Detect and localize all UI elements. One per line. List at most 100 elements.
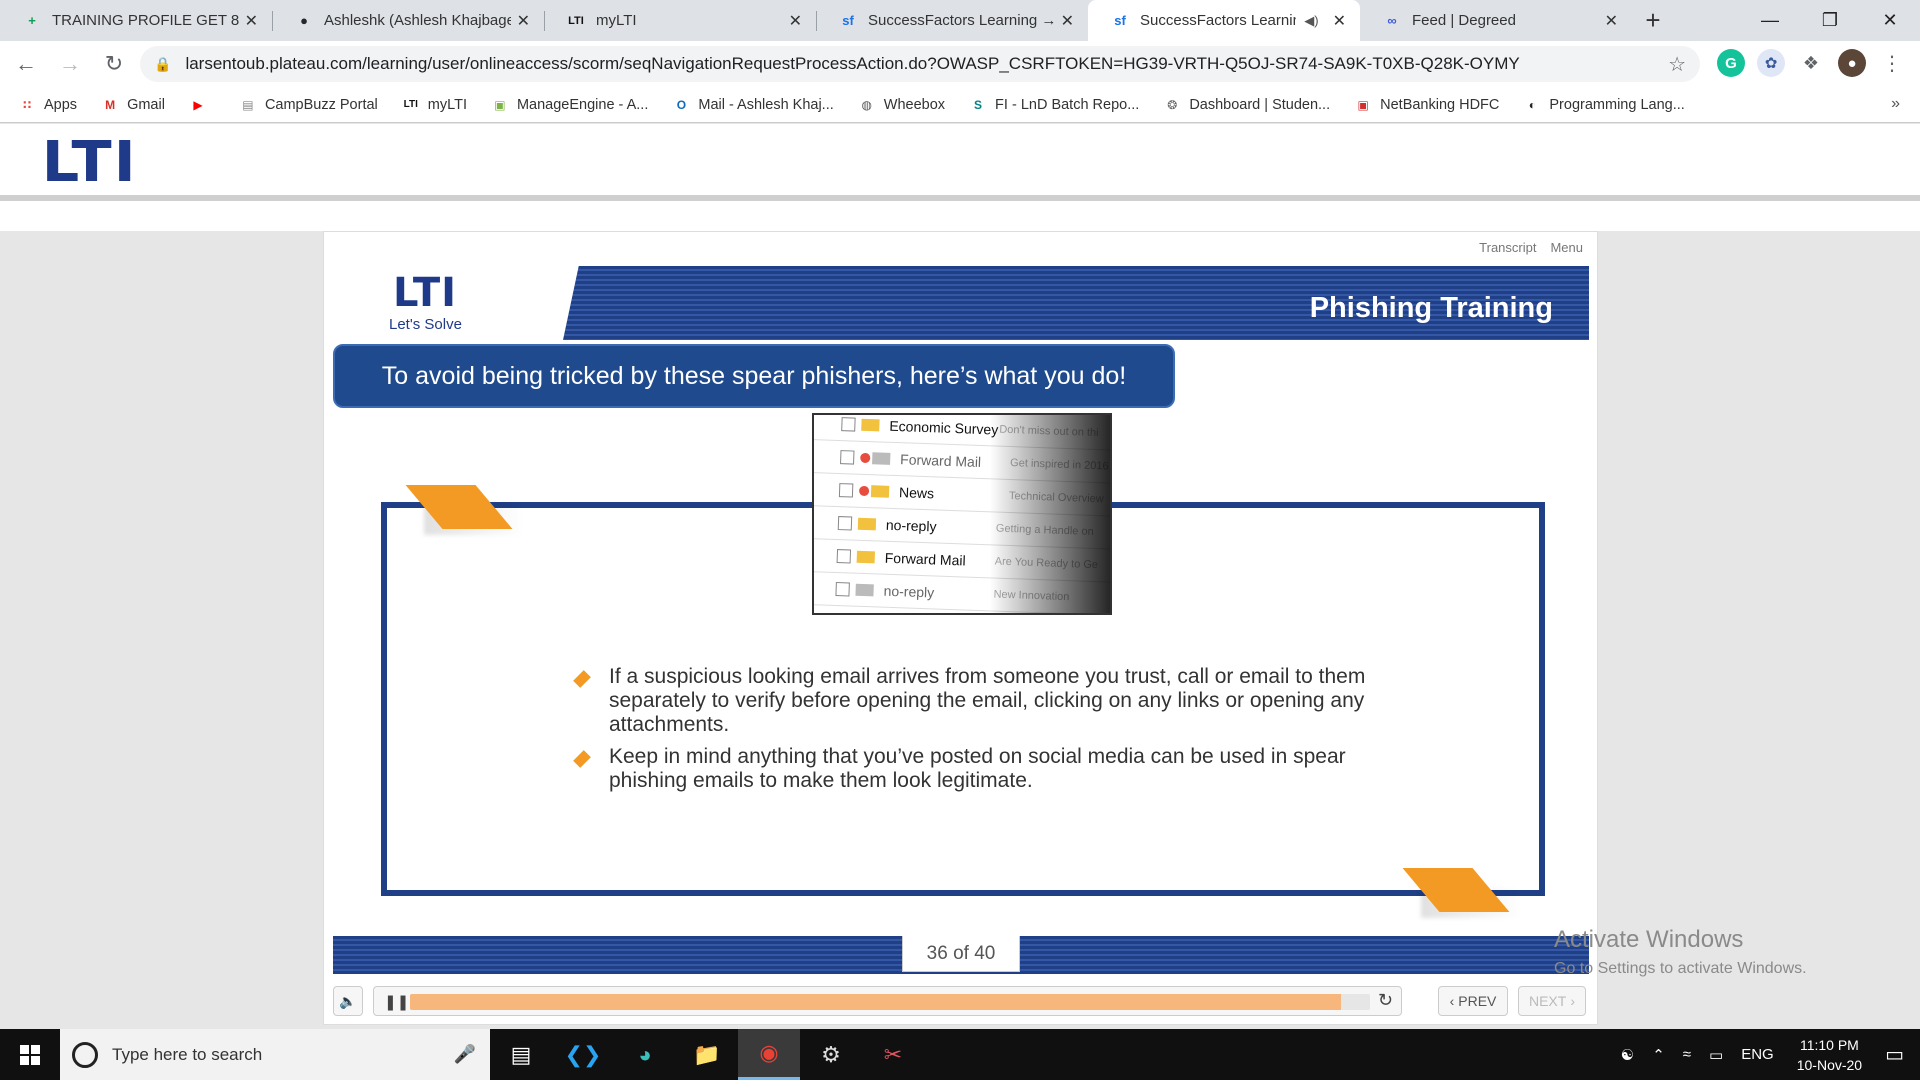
edge-icon[interactable]: ◕ bbox=[614, 1029, 676, 1080]
clock-date: 10-Nov-20 bbox=[1796, 1056, 1863, 1073]
bookmarks-bar: ∷ Apps M Gmail ▶ ▤ CampBuzz Portal LTI myLTI ▣ Man… bbox=[0, 87, 1920, 123]
vscode-icon[interactable]: ❮❯ bbox=[552, 1029, 614, 1080]
restore-icon[interactable]: ❐ bbox=[1800, 0, 1860, 41]
close-tab-icon[interactable]: ✕ bbox=[789, 11, 802, 31]
bookmark-label: CampBuzz Portal bbox=[264, 96, 378, 113]
bookmark-item[interactable]: ▤ CampBuzz Portal bbox=[239, 96, 378, 114]
youtube-icon: ▶ bbox=[193, 97, 203, 112]
browser-menu-icon[interactable]: ⋮ bbox=[1878, 49, 1906, 77]
forward-icon[interactable]: → bbox=[52, 46, 88, 82]
new-tab-button[interactable]: + bbox=[1632, 0, 1674, 41]
bulb-icon: ◐ bbox=[1528, 97, 1537, 112]
apps-grid-icon: ∷ bbox=[22, 97, 32, 112]
clock[interactable]: 11:10 PM 10-Nov-20 bbox=[1797, 1035, 1862, 1075]
speaker-icon[interactable]: ◀) bbox=[1304, 13, 1318, 29]
people-icon[interactable]: ☯ bbox=[1621, 1046, 1634, 1064]
degreed-icon: ∞ bbox=[1387, 13, 1397, 28]
tab-strip: + TRAINING PROFILE GET 881 - ✕ ● Ashleshk (A… bbox=[0, 0, 1920, 41]
url-text[interactable]: larsentoub.plateau.com/learning/user/onl… bbox=[185, 54, 1519, 74]
bookmark-item[interactable]: ∷ Apps bbox=[18, 96, 77, 114]
bookmark-item[interactable]: S FI - LnD Batch Repo... bbox=[969, 96, 1139, 114]
pause-icon[interactable]: ❚❚ bbox=[384, 993, 409, 1011]
notifications-icon[interactable]: ▭ bbox=[1885, 1042, 1904, 1067]
browser-tab[interactable]: LTI myLTI ✕ bbox=[544, 0, 816, 41]
browser-tab[interactable]: ∞ Feed | Degreed ✕ bbox=[1360, 0, 1632, 41]
snipping-tool-icon[interactable]: ✂ bbox=[862, 1029, 924, 1080]
task-view-icon[interactable]: ▤ bbox=[490, 1029, 552, 1080]
window-controls: — ❐ ✕ bbox=[1740, 0, 1920, 41]
system-tray: ☯ ⌃ ≈ ▭ ENG 11:10 PM 10-Nov-20 ▭ bbox=[1612, 1029, 1920, 1080]
bullet-text: If a suspicious looking email arrives fr… bbox=[609, 665, 1366, 736]
address-bar[interactable]: 🔒 larsentoub.plateau.com/learning/user/o… bbox=[140, 46, 1700, 82]
bookmark-item[interactable]: ❂ Dashboard | Studen... bbox=[1163, 96, 1330, 114]
lti-icon: LTI bbox=[568, 14, 584, 27]
file-explorer-icon[interactable]: 📁 bbox=[676, 1029, 738, 1080]
transcript-link[interactable]: Transcript bbox=[1479, 240, 1536, 255]
minimize-icon[interactable]: — bbox=[1740, 0, 1800, 41]
checkbox-icon bbox=[835, 582, 850, 597]
sf-icon: sf bbox=[1114, 13, 1126, 28]
volume-icon[interactable]: 🔈 bbox=[333, 986, 363, 1016]
prev-button[interactable]: ‹ PREV bbox=[1438, 986, 1508, 1016]
close-tab-icon[interactable]: ✕ bbox=[245, 11, 258, 31]
progress-track[interactable] bbox=[410, 994, 1370, 1010]
extensions-puzzle-icon[interactable]: ❖ bbox=[1797, 49, 1825, 77]
bookmark-item[interactable]: O Mail - Ashlesh Khaj... bbox=[672, 96, 834, 114]
wifi-icon[interactable]: ≈ bbox=[1683, 1046, 1691, 1063]
tabs-container: + TRAINING PROFILE GET 881 - ✕ ● Ashleshk (A… bbox=[0, 0, 1632, 41]
bookmark-item[interactable]: ▣ ManageEngine - A... bbox=[491, 96, 648, 114]
browser-tab[interactable]: sf SuccessFactors Learning → Le ✕ bbox=[816, 0, 1088, 41]
page-indicator: 36 of 40 bbox=[902, 936, 1020, 972]
more-bookmarks-icon[interactable]: » bbox=[1891, 95, 1900, 113]
bookmark-item[interactable]: LTI myLTI bbox=[402, 96, 467, 114]
bookmark-item[interactable]: ▣ NetBanking HDFC bbox=[1354, 96, 1499, 114]
diamond-bullet-icon bbox=[573, 670, 591, 688]
microphone-icon[interactable]: 🎤 bbox=[454, 1044, 476, 1065]
replay-icon[interactable]: ↻ bbox=[1378, 990, 1393, 1011]
bookmark-item[interactable]: ▶ bbox=[189, 96, 215, 114]
close-tab-icon[interactable]: ✕ bbox=[517, 11, 530, 31]
gmail-icon: M bbox=[105, 97, 116, 112]
reload-icon[interactable]: ↻ bbox=[96, 46, 132, 82]
slide-headline-text: To avoid being tricked by these spear ph… bbox=[381, 361, 1127, 390]
bookmark-item[interactable]: ◐ Programming Lang... bbox=[1523, 96, 1685, 114]
outlook-icon: O bbox=[676, 97, 687, 112]
alert-dot-icon bbox=[860, 452, 871, 464]
taskbar-search[interactable]: Type here to search 🎤 bbox=[60, 1029, 490, 1080]
clock-time: 11:10 PM bbox=[1799, 1036, 1859, 1053]
browser-tab[interactable]: ● Ashleshk (Ashlesh Khajbage) ✕ bbox=[272, 0, 544, 41]
grammarly-icon[interactable]: G bbox=[1717, 49, 1745, 77]
tab-title: SuccessFactors Learning bbox=[1140, 12, 1297, 29]
manageengine-icon: ▣ bbox=[494, 97, 506, 112]
bullet-text: Keep in mind anything that you’ve posted… bbox=[609, 745, 1346, 792]
profile-avatar[interactable]: ● bbox=[1838, 49, 1866, 77]
site-logo[interactable]: LTI bbox=[42, 135, 138, 191]
bookmark-star-icon[interactable]: ☆ bbox=[1668, 52, 1686, 77]
next-button[interactable]: NEXT › bbox=[1518, 986, 1586, 1016]
checkbox-icon bbox=[837, 516, 853, 531]
extension-icon[interactable]: ✿ bbox=[1757, 49, 1785, 77]
bookmark-label: Apps bbox=[44, 96, 78, 113]
bookmark-label: FI - LnD Batch Repo... bbox=[995, 96, 1140, 113]
start-button[interactable] bbox=[0, 1029, 60, 1080]
close-tab-icon[interactable]: ✕ bbox=[1061, 11, 1074, 31]
settings-gear-icon[interactable]: ⚙ bbox=[800, 1029, 862, 1080]
watermark-subtitle: Go to Settings to activate Windows. bbox=[1554, 960, 1807, 977]
browser-tab[interactable]: sf SuccessFactors Learning ◀) ✕ bbox=[1088, 0, 1360, 41]
language-indicator[interactable]: ENG bbox=[1741, 1046, 1774, 1063]
close-window-icon[interactable]: ✕ bbox=[1860, 0, 1920, 41]
bookmark-item[interactable]: ◍ Wheebox bbox=[858, 96, 946, 114]
close-tab-icon[interactable]: ✕ bbox=[1605, 11, 1618, 31]
menu-link[interactable]: Menu bbox=[1550, 240, 1583, 255]
show-hidden-icons-icon[interactable]: ⌃ bbox=[1652, 1046, 1665, 1064]
bookmark-label: Mail - Ashlesh Khaj... bbox=[698, 96, 834, 113]
bookmark-item[interactable]: M Gmail bbox=[101, 96, 165, 114]
close-tab-icon[interactable]: ✕ bbox=[1333, 11, 1346, 31]
browser-tab[interactable]: + TRAINING PROFILE GET 881 - ✕ bbox=[0, 0, 272, 41]
chrome-icon[interactable]: ◉ bbox=[738, 1029, 800, 1080]
back-icon[interactable]: ← bbox=[8, 46, 44, 82]
course-logo: LTI bbox=[393, 270, 458, 316]
battery-icon[interactable]: ▭ bbox=[1709, 1046, 1723, 1064]
course-title: Phishing Training bbox=[1309, 292, 1553, 324]
course-tagline: Let's Solve bbox=[389, 316, 462, 333]
